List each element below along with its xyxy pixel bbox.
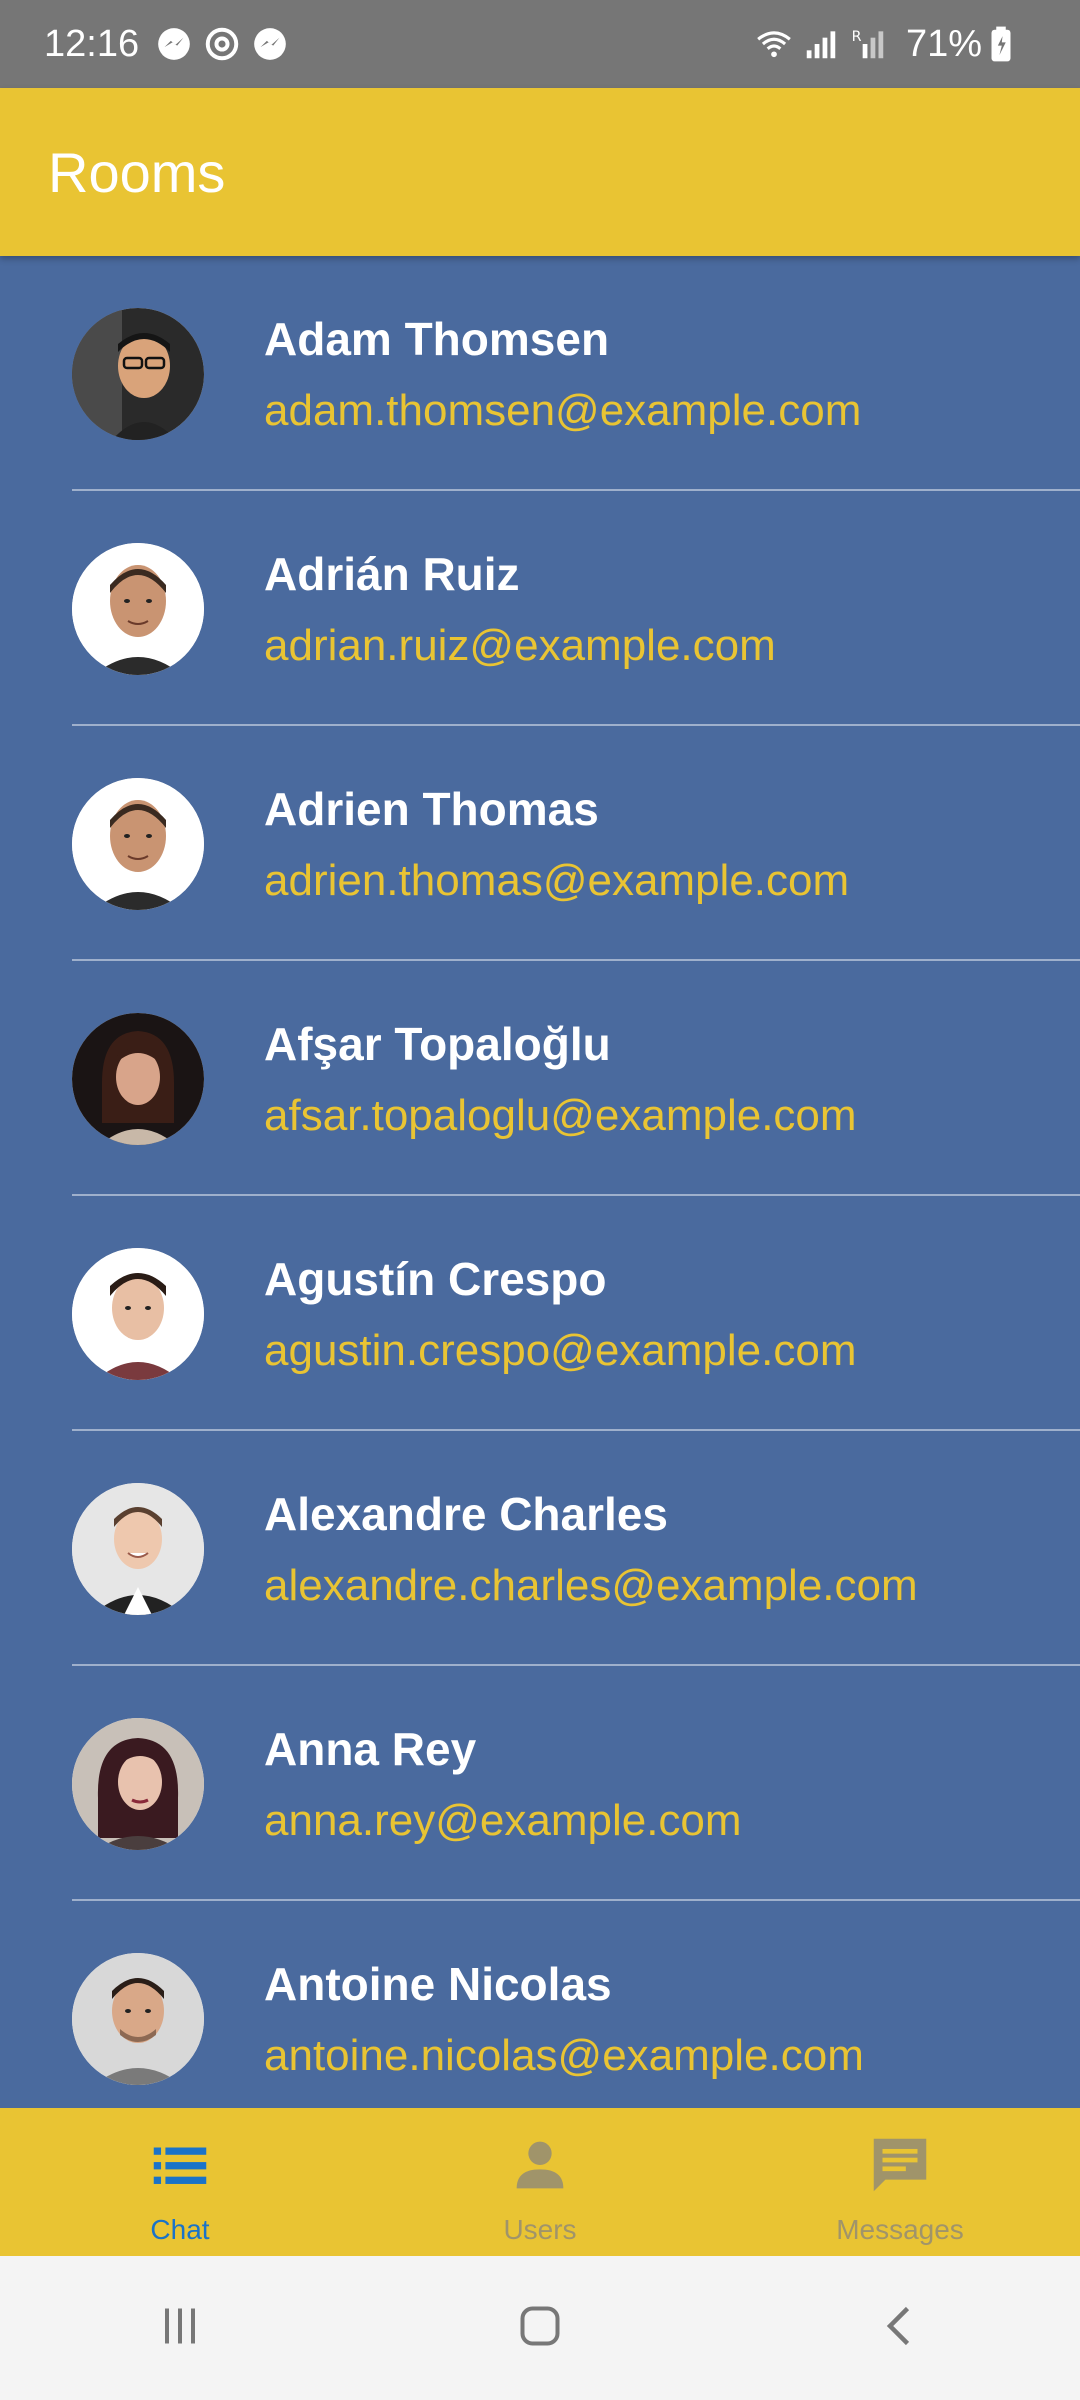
- list-item[interactable]: Alexandre Charles alexandre.charles@exam…: [0, 1431, 1080, 1666]
- messenger-icon: [251, 25, 289, 63]
- app-bar: Rooms: [0, 88, 1080, 256]
- user-email: adam.thomsen@example.com: [264, 386, 862, 435]
- user-name: Adam Thomsen: [264, 313, 610, 365]
- back-icon: [870, 2296, 930, 2361]
- status-right: R 71%: [754, 23, 1036, 66]
- battery-icon: [988, 25, 1026, 63]
- user-name: Anna Rey: [264, 1723, 477, 1775]
- status-left: 12:16: [44, 23, 299, 66]
- list-item[interactable]: Antoine Nicolas antoine.nicolas@example.…: [0, 1901, 1080, 2108]
- user-email: adrien.thomas@example.com: [264, 856, 850, 905]
- avatar: [72, 1013, 204, 1145]
- user-email: adrian.ruiz@example.com: [264, 621, 776, 670]
- system-nav-bar: [0, 2256, 1080, 2400]
- home-icon: [510, 2296, 570, 2361]
- svg-text:R: R: [852, 29, 862, 45]
- tab-messages[interactable]: Messages: [720, 2108, 1080, 2256]
- wifi-icon: [754, 25, 792, 63]
- user-email: afsar.topaloglu@example.com: [264, 1091, 857, 1140]
- message-icon: [865, 2130, 935, 2200]
- user-name: Antoine Nicolas: [264, 1958, 612, 2010]
- avatar: [72, 1248, 204, 1380]
- list-item[interactable]: Agustín Crespo agustin.crespo@example.co…: [0, 1196, 1080, 1431]
- list-item[interactable]: Afşar Topaloğlu afsar.topaloglu@example.…: [0, 961, 1080, 1196]
- bottom-nav: Chat Users Messages: [0, 2108, 1080, 2256]
- user-name: Afşar Topaloğlu: [264, 1018, 611, 1070]
- avatar: [72, 308, 204, 440]
- avatar: [72, 543, 204, 675]
- list-icon: [145, 2130, 215, 2200]
- recents-button[interactable]: [140, 2288, 220, 2368]
- back-button[interactable]: [860, 2288, 940, 2368]
- avatar: [72, 1718, 204, 1850]
- page-title: Rooms: [48, 140, 226, 204]
- list-item[interactable]: Adrien Thomas adrien.thomas@example.com: [0, 726, 1080, 961]
- list-item[interactable]: Anna Rey anna.rey@example.com: [0, 1666, 1080, 1901]
- list-item[interactable]: Adrián Ruiz adrian.ruiz@example.com: [0, 491, 1080, 726]
- tab-users-label: Users: [503, 2214, 577, 2245]
- user-email: anna.rey@example.com: [264, 1796, 742, 1845]
- tab-users[interactable]: Users: [360, 2108, 720, 2256]
- user-name: Agustín Crespo: [264, 1253, 607, 1305]
- user-name: Adrián Ruiz: [264, 548, 520, 600]
- user-name: Adrien Thomas: [264, 783, 599, 835]
- tab-chat[interactable]: Chat: [0, 2108, 360, 2256]
- tab-messages-label: Messages: [836, 2214, 964, 2245]
- battery-percent: 71%: [905, 22, 982, 65]
- user-list[interactable]: Adam Thomsen adam.thomsen@example.com Ad…: [0, 256, 1080, 2108]
- list-item[interactable]: Adam Thomsen adam.thomsen@example.com: [0, 256, 1080, 491]
- user-email: antoine.nicolas@example.com: [264, 2031, 864, 2080]
- avatar: [72, 1953, 204, 2085]
- status-time: 12:16: [44, 22, 140, 65]
- messenger-icon: [155, 25, 193, 63]
- recents-icon: [150, 2296, 210, 2361]
- person-icon: [505, 2130, 575, 2200]
- user-email: agustin.crespo@example.com: [264, 1326, 857, 1375]
- tab-chat-label: Chat: [150, 2214, 210, 2245]
- status-bar: 12:16 R 71%: [0, 0, 1080, 88]
- home-button[interactable]: [500, 2288, 580, 2368]
- avatar: [72, 1483, 204, 1615]
- user-name: Alexandre Charles: [264, 1488, 668, 1540]
- signal-icon: [802, 25, 840, 63]
- signal-r-icon: R: [850, 25, 888, 63]
- user-email: alexandre.charles@example.com: [264, 1561, 918, 1610]
- avatar: [72, 778, 204, 910]
- sync-icon: [203, 25, 241, 63]
